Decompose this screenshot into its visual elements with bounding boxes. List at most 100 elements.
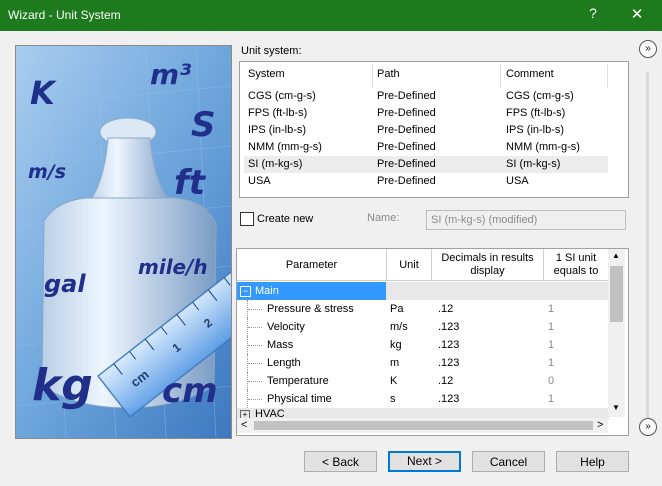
unit-system-row-selected[interactable]: SI (m-kg-s) Pre-Defined SI (m-kg-s): [244, 156, 608, 173]
col-header-comment[interactable]: Comment: [506, 68, 554, 84]
tree-line: [248, 345, 262, 346]
unit-mileh: mile/h: [138, 255, 208, 279]
cancel-button[interactable]: Cancel: [472, 451, 545, 472]
unit-system-row[interactable]: USA Pre-Defined USA: [244, 173, 608, 190]
window-title: Wizard - Unit System: [8, 8, 121, 22]
collapse-toggle[interactable]: −: [240, 286, 251, 297]
param-decimals: .12: [438, 303, 454, 315]
col-separator: [372, 64, 373, 88]
expand-bottom-icon[interactable]: »: [639, 418, 657, 436]
row-comment: SI (m-kg-s): [506, 158, 561, 170]
tree-line: [248, 363, 262, 364]
unit-s: S: [191, 105, 216, 145]
grid-horizontal-scrollbar[interactable]: < >: [237, 418, 608, 433]
tree-line: [248, 309, 262, 310]
scroll-right-arrow[interactable]: >: [597, 419, 603, 431]
row-path: Pre-Defined: [377, 141, 436, 153]
parameters-grid[interactable]: Parameter Unit Decimals in results displ…: [236, 248, 629, 436]
param-row[interactable]: Temperature K .12 0: [237, 372, 609, 390]
row-system: USA: [248, 175, 271, 187]
row-path: Pre-Defined: [377, 90, 436, 102]
row-path: Pre-Defined: [377, 124, 436, 136]
scroll-up-arrow[interactable]: ▲: [612, 251, 620, 260]
param-name: Pressure & stress: [267, 303, 354, 315]
unit-kg: kg: [32, 360, 93, 411]
close-button[interactable]: ✕: [626, 5, 648, 25]
param-si: 1: [548, 321, 555, 333]
group-row-main[interactable]: − Main: [237, 282, 609, 300]
param-unit: K: [390, 375, 398, 387]
unit-system-row[interactable]: FPS (ft-lb-s) Pre-Defined FPS (ft-lb-s): [244, 105, 608, 122]
name-field[interactable]: SI (m-kg-s) (modified): [426, 210, 626, 230]
unit-k: K: [30, 74, 57, 112]
unit-ms: m/s: [28, 161, 66, 183]
tree-line: [248, 381, 262, 382]
col-header-decimals[interactable]: Decimals in results display: [432, 249, 544, 281]
param-unit: s: [390, 393, 396, 405]
scroll-down-arrow[interactable]: ▼: [612, 403, 620, 412]
help-button[interactable]: Help: [556, 451, 629, 472]
param-row[interactable]: Length m .123 1: [237, 354, 609, 372]
param-name: Physical time: [267, 393, 332, 405]
param-decimals: .123: [438, 393, 460, 405]
scroll-left-arrow[interactable]: <: [241, 419, 247, 431]
param-unit: Pa: [390, 303, 404, 315]
row-path: Pre-Defined: [377, 107, 436, 119]
col-header-path[interactable]: Path: [377, 68, 400, 84]
side-track: [646, 72, 649, 418]
row-system: IPS (in-lb-s): [248, 124, 307, 136]
param-name: Temperature: [267, 375, 329, 387]
back-button[interactable]: < Back: [304, 451, 377, 472]
create-new-label[interactable]: Create new: [257, 213, 313, 225]
param-si: 1: [548, 339, 555, 351]
unit-ft: ft: [174, 163, 207, 203]
param-row[interactable]: Physical time s .123 1: [237, 390, 609, 408]
scroll-thumb[interactable]: [610, 266, 623, 322]
col-separator: [500, 64, 501, 88]
param-si: 1: [548, 393, 555, 405]
param-decimals: .123: [438, 357, 460, 369]
unit-cm: cm: [162, 371, 218, 411]
col-header-si-equals[interactable]: 1 SI unit equals to: [544, 249, 609, 281]
unit-system-list[interactable]: System Path Comment CGS (cm-g-s) Pre-Def…: [239, 61, 629, 198]
row-system: SI (m-kg-s): [248, 158, 303, 170]
row-comment: NMM (mm-g-s): [506, 141, 580, 153]
tree-line: [248, 399, 262, 400]
param-decimals: .123: [438, 339, 460, 351]
col-header-system[interactable]: System: [248, 68, 285, 84]
param-name: Mass: [267, 339, 294, 351]
row-path: Pre-Defined: [377, 175, 436, 187]
param-si: 0: [548, 375, 555, 387]
name-label: Name:: [367, 212, 400, 224]
unit-gal: gal: [44, 270, 86, 298]
unit-system-row[interactable]: NMM (mm-g-s) Pre-Defined NMM (mm-g-s): [244, 139, 608, 156]
row-system: CGS (cm-g-s): [248, 90, 316, 102]
unit-system-label: Unit system:: [241, 45, 302, 57]
group-label: Main: [255, 285, 279, 297]
unit-m3: m³: [150, 58, 191, 91]
help-title-button[interactable]: ?: [582, 5, 604, 25]
param-unit: kg: [390, 339, 402, 351]
row-system: NMM (mm-g-s): [248, 141, 322, 153]
expand-top-icon[interactable]: »: [639, 40, 657, 58]
param-name: Velocity: [267, 321, 305, 333]
grid-vertical-scrollbar[interactable]: ▲ ▼: [608, 249, 625, 417]
param-row[interactable]: Pressure & stress Pa .12 1: [237, 300, 609, 318]
title-bar: Wizard - Unit System ? ✕: [0, 0, 662, 31]
row-path: Pre-Defined: [377, 158, 436, 170]
create-new-checkbox[interactable]: [240, 212, 254, 226]
next-button[interactable]: Next >: [388, 451, 461, 472]
unit-system-illustration: cm 1 2 3 K m³ S m/s ft gal mile/h kg cm: [15, 45, 232, 439]
param-decimals: .123: [438, 321, 460, 333]
row-system: FPS (ft-lb-s): [248, 107, 308, 119]
col-header-unit[interactable]: Unit: [387, 249, 432, 281]
scroll-thumb[interactable]: [254, 421, 593, 430]
param-si: 1: [548, 303, 555, 315]
unit-system-row[interactable]: IPS (in-lb-s) Pre-Defined IPS (in-lb-s): [244, 122, 608, 139]
col-separator: [607, 64, 608, 88]
param-name: Length: [267, 357, 301, 369]
col-header-parameter[interactable]: Parameter: [237, 249, 387, 281]
unit-system-row[interactable]: CGS (cm-g-s) Pre-Defined CGS (cm-g-s): [244, 88, 608, 105]
param-row[interactable]: Mass kg .123 1: [237, 336, 609, 354]
param-row[interactable]: Velocity m/s .123 1: [237, 318, 609, 336]
